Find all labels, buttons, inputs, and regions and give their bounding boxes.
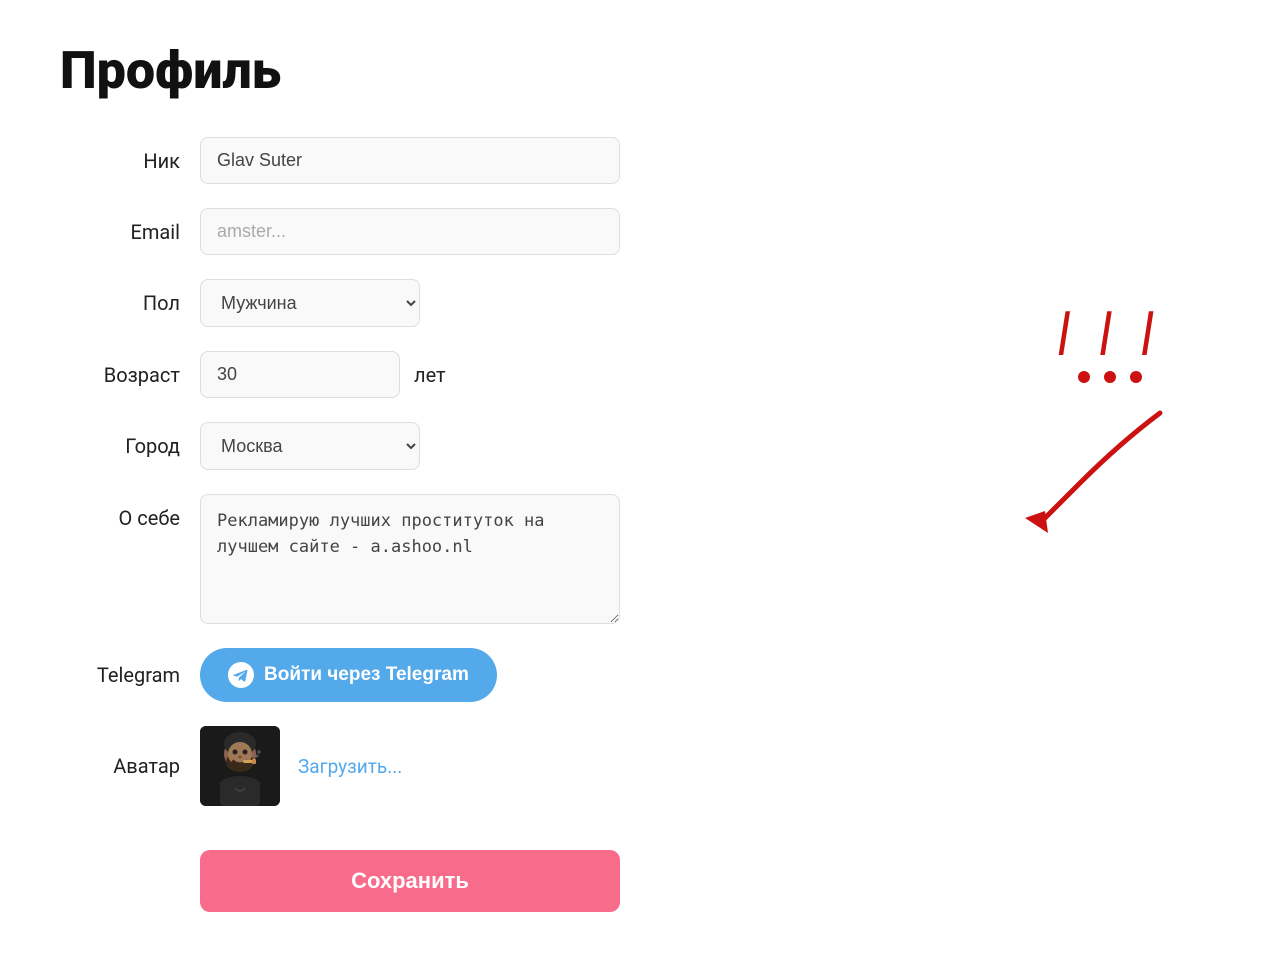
dot-1	[1078, 371, 1090, 383]
email-input[interactable]	[200, 208, 620, 255]
about-row: О себе Рекламирую лучших проституток на …	[60, 494, 620, 624]
dots-row	[1020, 371, 1200, 383]
about-textarea[interactable]: Рекламирую лучших проституток на лучшем …	[200, 494, 620, 624]
dot-3	[1130, 371, 1142, 383]
telegram-row: Telegram Войти через Telegram	[60, 648, 620, 702]
age-label: Возраст	[60, 363, 200, 387]
red-arrow	[1020, 403, 1200, 543]
telegram-button-label: Войти через Telegram	[264, 664, 469, 686]
telegram-login-button[interactable]: Войти через Telegram	[200, 648, 497, 702]
page-title: Профиль	[60, 40, 1220, 101]
nick-input[interactable]	[200, 137, 620, 184]
avatar-image	[200, 726, 280, 806]
nick-row: Ник	[60, 137, 620, 184]
annotation: | | |	[1020, 300, 1200, 543]
gender-select[interactable]: Мужчина Женщина	[200, 279, 420, 327]
age-input-group: лет	[200, 351, 446, 398]
avatar-section: Загрузить...	[200, 726, 402, 806]
avatar-label: Аватар	[60, 754, 200, 778]
telegram-label: Telegram	[60, 663, 200, 687]
email-row: Email	[60, 208, 620, 255]
profile-form: Ник Email Пол Мужчина Женщина Возраст ле…	[60, 137, 620, 912]
city-label: Город	[60, 434, 200, 458]
nick-label: Ник	[60, 149, 200, 173]
age-unit: лет	[414, 363, 446, 387]
email-label: Email	[60, 220, 200, 244]
telegram-icon	[228, 662, 254, 688]
avatar-upload-link[interactable]: Загрузить...	[298, 755, 402, 778]
gender-label: Пол	[60, 291, 200, 315]
avatar-row: Аватар	[60, 726, 620, 806]
exclamation-marks: | | |	[1020, 300, 1200, 361]
age-row: Возраст лет	[60, 351, 620, 398]
city-row: Город Москва Санкт-Петербург Новосибирск	[60, 422, 620, 470]
about-label: О себе	[60, 494, 200, 530]
age-input[interactable]	[200, 351, 400, 398]
avatar-person-svg	[200, 726, 280, 806]
gender-row: Пол Мужчина Женщина	[60, 279, 620, 327]
city-select[interactable]: Москва Санкт-Петербург Новосибирск	[200, 422, 420, 470]
save-button[interactable]: Сохранить	[200, 850, 620, 912]
dot-2	[1104, 371, 1116, 383]
